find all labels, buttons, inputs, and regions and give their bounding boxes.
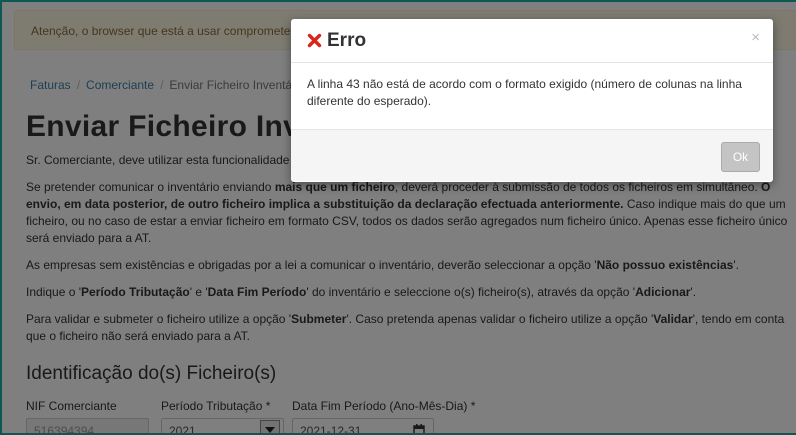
error-dialog: Erro × A linha 43 não está de acordo com… xyxy=(291,19,773,182)
dialog-footer: Ok xyxy=(291,129,773,181)
dialog-title: Erro xyxy=(327,29,367,51)
close-icon[interactable]: × xyxy=(751,29,760,46)
ok-button[interactable]: Ok xyxy=(721,142,760,172)
dialog-message: A linha 43 não está de acordo com o form… xyxy=(307,77,742,108)
error-x-icon xyxy=(307,33,322,48)
dialog-header: Erro × xyxy=(291,19,773,63)
